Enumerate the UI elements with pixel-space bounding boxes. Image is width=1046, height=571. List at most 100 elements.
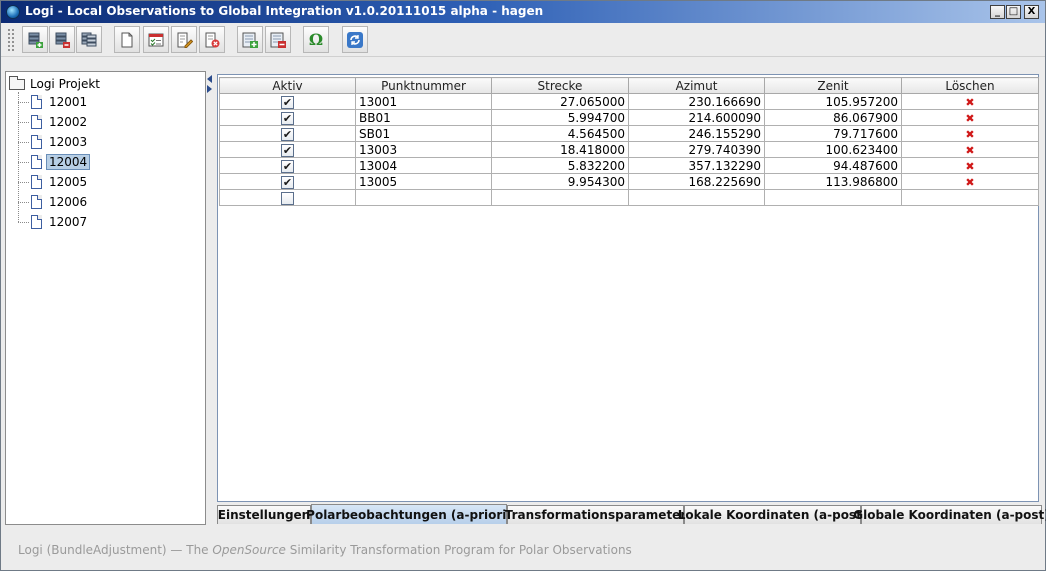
delete-icon[interactable]: ✖ xyxy=(965,144,974,157)
azimut-cell[interactable]: 168.225690 xyxy=(628,173,765,190)
checklist-document-icon xyxy=(148,33,164,46)
azimut-cell[interactable]: 357.132290 xyxy=(628,157,765,174)
import-remove-button[interactable] xyxy=(265,26,291,53)
import-add-button[interactable] xyxy=(237,26,263,53)
delete-icon[interactable]: ✖ xyxy=(965,176,974,189)
table-row[interactable]: ✔ 13004 5.832200 357.132290 94.487600 ✖ xyxy=(219,157,1039,174)
close-button[interactable]: X xyxy=(1024,5,1039,19)
zenit-cell[interactable]: 94.487600 xyxy=(764,157,902,174)
observations-table: Aktiv Punktnummer Strecke Azimut Zenit L… xyxy=(219,77,1039,206)
table-row[interactable]: ✔ BB01 5.994700 214.600090 86.067900 ✖ xyxy=(219,109,1039,126)
aktiv-checkbox[interactable]: ✔ xyxy=(281,143,294,157)
title-bar[interactable]: Logi - Local Observations to Global Inte… xyxy=(1,1,1045,23)
column-header-loeschen[interactable]: Löschen xyxy=(901,77,1039,94)
observations-table-container[interactable]: Aktiv Punktnummer Strecke Azimut Zenit L… xyxy=(217,74,1039,502)
new-document-icon xyxy=(121,32,133,47)
tree-root[interactable]: Logi Projekt xyxy=(9,75,100,92)
tree-item-12007[interactable]: 12007 xyxy=(18,213,87,231)
aktiv-checkbox[interactable]: ✔ xyxy=(281,175,294,189)
tree-item-12006[interactable]: 12006 xyxy=(18,193,87,211)
column-header-zenit[interactable]: Zenit xyxy=(764,77,902,94)
table-row[interactable]: ✔ 13005 9.954300 168.225690 113.986800 ✖ xyxy=(219,173,1039,190)
azimut-cell[interactable]: 214.600090 xyxy=(628,109,765,126)
punktnummer-cell[interactable]: SB01 xyxy=(355,125,492,142)
toolbar-grip[interactable] xyxy=(7,28,15,52)
azimut-cell-empty[interactable] xyxy=(628,189,765,206)
zenit-cell[interactable]: 105.957200 xyxy=(764,93,902,110)
azimut-cell[interactable]: 246.155290 xyxy=(628,125,765,142)
strecke-cell-empty[interactable] xyxy=(491,189,629,206)
new-document-button[interactable] xyxy=(114,26,140,53)
zenit-cell[interactable]: 79.717600 xyxy=(764,125,902,142)
delete-document-button[interactable] xyxy=(199,26,225,53)
delete-icon[interactable]: ✖ xyxy=(965,128,974,141)
bottom-tab-bar: Einstellungen Polarbeobachtungen (a-prio… xyxy=(217,504,1046,525)
tab-einstellungen[interactable]: Einstellungen xyxy=(217,505,311,524)
tab-transformationsparameter[interactable]: Transformationsparameter xyxy=(505,505,686,524)
tab-globale-koordinaten[interactable]: Globale Koordinaten (a-post) xyxy=(853,505,1046,524)
window-title: Logi - Local Observations to Global Inte… xyxy=(25,4,544,18)
database-stack-button[interactable] xyxy=(76,26,102,53)
tab-polarbeobachtungen[interactable]: Polarbeobachtungen (a-priori) xyxy=(306,504,512,524)
strecke-cell[interactable]: 27.065000 xyxy=(491,93,629,110)
database-remove-button[interactable] xyxy=(49,26,75,53)
zenit-cell[interactable]: 100.623400 xyxy=(764,141,902,158)
edit-document-button[interactable] xyxy=(171,26,197,53)
tree-item-12001[interactable]: 12001 xyxy=(18,93,87,111)
punktnummer-cell[interactable]: 13001 xyxy=(355,93,492,110)
delete-icon[interactable]: ✖ xyxy=(965,112,974,125)
tree-item-label: 12007 xyxy=(49,215,88,229)
strecke-cell[interactable]: 5.832200 xyxy=(491,157,629,174)
punktnummer-cell[interactable]: 13005 xyxy=(355,173,492,190)
aktiv-checkbox[interactable]: ✔ xyxy=(281,95,294,109)
aktiv-checkbox[interactable]: ✔ xyxy=(281,127,294,141)
tree-item-label-selected: 12004 xyxy=(46,154,91,170)
column-header-aktiv[interactable]: Aktiv xyxy=(219,77,356,94)
project-tree-panel[interactable]: Logi Projekt 12001 12002 12003 12004 120… xyxy=(5,71,206,525)
refresh-button[interactable] xyxy=(342,26,368,53)
column-header-strecke[interactable]: Strecke xyxy=(491,77,629,94)
tree-item-12003[interactable]: 12003 xyxy=(18,133,87,151)
tree-item-12005[interactable]: 12005 xyxy=(18,173,87,191)
strecke-cell[interactable]: 18.418000 xyxy=(491,141,629,158)
delete-icon[interactable]: ✖ xyxy=(965,96,974,109)
refresh-icon xyxy=(347,31,363,48)
omega-button[interactable]: Ω xyxy=(303,26,329,53)
azimut-cell[interactable]: 279.740390 xyxy=(628,141,765,158)
azimut-cell[interactable]: 230.166690 xyxy=(628,93,765,110)
strecke-cell[interactable]: 4.564500 xyxy=(491,125,629,142)
tree-item-12004[interactable]: 12004 xyxy=(18,153,91,171)
minimize-button[interactable]: _ xyxy=(990,5,1005,19)
punktnummer-cell[interactable]: 13004 xyxy=(355,157,492,174)
zenit-cell-empty[interactable] xyxy=(764,189,902,206)
strecke-cell[interactable]: 5.994700 xyxy=(491,109,629,126)
table-header-row: Aktiv Punktnummer Strecke Azimut Zenit L… xyxy=(219,77,1039,94)
table-row[interactable]: ✔ SB01 4.564500 246.155290 79.717600 ✖ xyxy=(219,125,1039,142)
punktnummer-cell-empty[interactable] xyxy=(355,189,492,206)
punktnummer-cell[interactable]: BB01 xyxy=(355,109,492,126)
strecke-cell[interactable]: 9.954300 xyxy=(491,173,629,190)
aktiv-checkbox[interactable]: ✔ xyxy=(281,159,294,173)
collapse-left-arrow-icon[interactable] xyxy=(207,75,212,83)
database-add-button[interactable] xyxy=(22,26,48,53)
document-icon xyxy=(31,155,42,169)
table-row-new[interactable] xyxy=(219,189,1039,206)
maximize-button[interactable]: □ xyxy=(1006,5,1021,19)
checklist-document-button[interactable] xyxy=(143,26,169,53)
tab-lokale-koordinaten[interactable]: Lokale Koordinaten (a-post) xyxy=(678,505,867,524)
tree-item-label: 12003 xyxy=(49,135,88,149)
split-pane-divider[interactable] xyxy=(206,71,215,525)
aktiv-checkbox-empty[interactable] xyxy=(281,191,294,205)
column-header-punktnummer[interactable]: Punktnummer xyxy=(355,77,492,94)
aktiv-checkbox[interactable]: ✔ xyxy=(281,111,294,125)
expand-right-arrow-icon[interactable] xyxy=(207,85,212,93)
table-row[interactable]: ✔ 13001 27.065000 230.166690 105.957200 … xyxy=(219,93,1039,110)
punktnummer-cell[interactable]: 13003 xyxy=(355,141,492,158)
table-row[interactable]: ✔ 13003 18.418000 279.740390 100.623400 … xyxy=(219,141,1039,158)
zenit-cell[interactable]: 113.986800 xyxy=(764,173,902,190)
delete-icon[interactable]: ✖ xyxy=(965,160,974,173)
loeschen-cell-empty[interactable] xyxy=(901,189,1039,206)
column-header-azimut[interactable]: Azimut xyxy=(628,77,765,94)
tree-item-12002[interactable]: 12002 xyxy=(18,113,87,131)
zenit-cell[interactable]: 86.067900 xyxy=(764,109,902,126)
